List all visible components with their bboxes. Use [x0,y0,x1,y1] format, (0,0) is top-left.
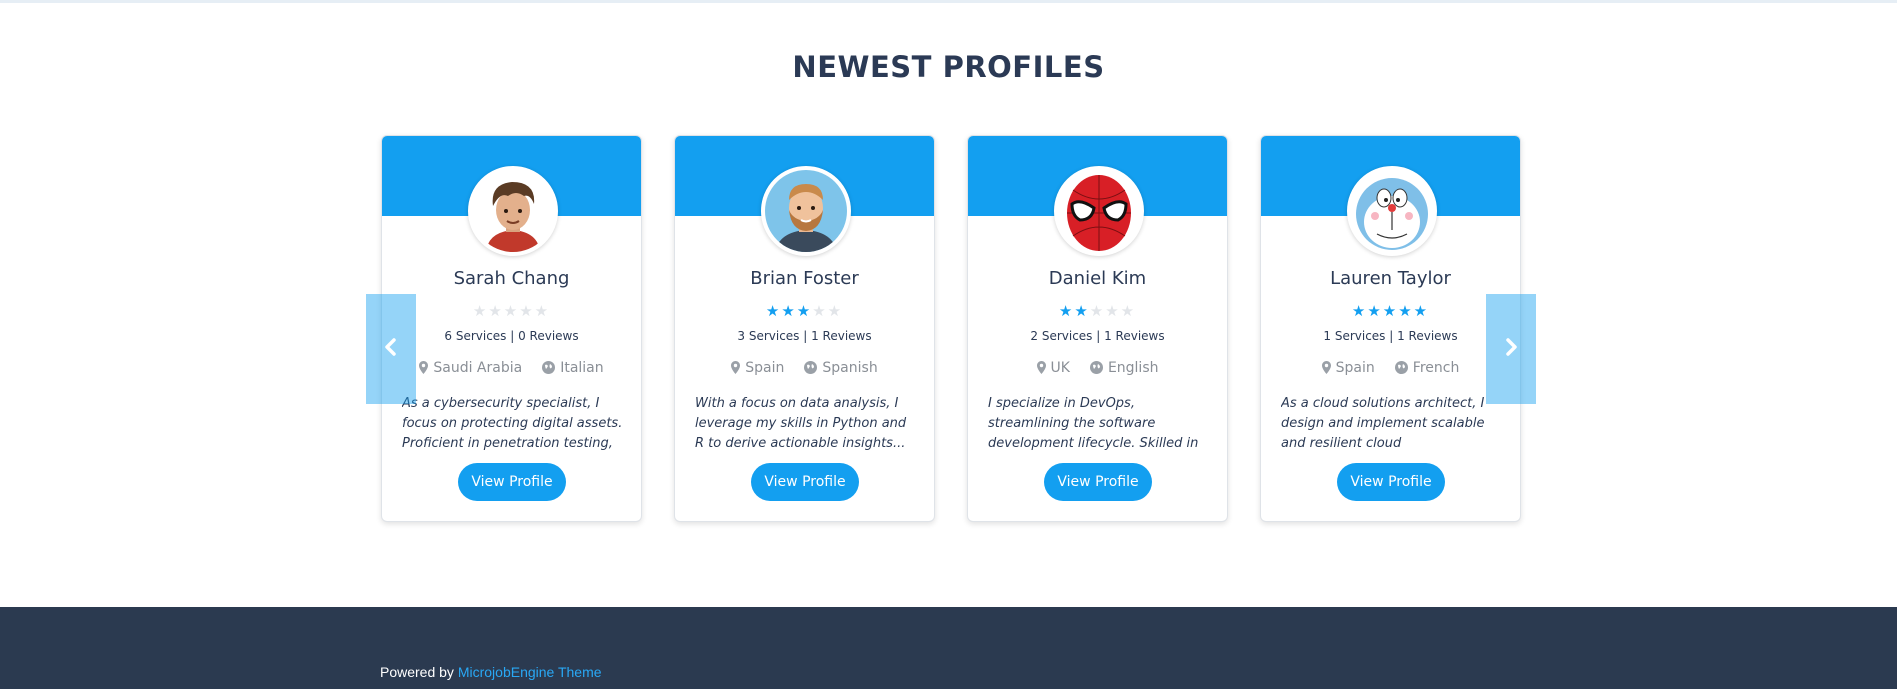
profile-location: Saudi Arabia Italian [382,360,641,378]
map-pin-icon [731,361,741,378]
profile-card: Daniel Kim ★★★★★ 2 Services | 1 Reviews … [967,135,1228,522]
globe-icon [1089,361,1103,378]
map-pin-icon [1321,361,1331,378]
section-title: NEWEST PROFILES [792,50,1105,84]
rating-stars: ★★★★★ [1261,302,1520,320]
profile-country: UK [1050,360,1070,376]
profile-name[interactable]: Daniel Kim [968,268,1227,289]
star-empty-icon: ★ [827,302,844,320]
star-filled-icon: ★ [781,302,797,320]
star-empty-icon: ★ [812,302,828,320]
profile-bio: I specialize in DevOps, streamlining the… [988,396,1199,451]
star-empty-icon: ★ [1089,302,1106,320]
bearded-man-avatar-icon[interactable] [761,166,851,256]
star-filled-icon: ★ [1398,302,1414,320]
profile-stats: 2 Services | 1 Reviews [1030,329,1165,343]
profile-location: UK English [968,360,1227,378]
globe-icon [1394,361,1408,378]
view-profile-button[interactable]: View Profile [1044,463,1152,501]
profile-country: Spain [1335,360,1375,376]
star-empty-icon: ★ [472,302,489,320]
star-empty-icon: ★ [488,302,504,320]
star-filled-icon: ★ [1058,302,1075,320]
powered-by-text: Powered by MicrojobEngine Theme [380,664,602,680]
footer: Powered by MicrojobEngine Theme [0,607,1897,689]
star-empty-icon: ★ [534,302,551,320]
profile-location: Spain French [1261,360,1520,378]
profile-bio: With a focus on data analysis, I leverag… [695,396,907,451]
profile-card: Brian Foster ★★★★★ 3 Services | 1 Review… [674,135,935,522]
profile-card: Lauren Taylor ★★★★★ 1 Services | 1 Revie… [1260,135,1521,522]
profile-stats: 1 Services | 1 Reviews [1323,329,1458,343]
profile-language: Spanish [822,360,878,376]
view-profile-button[interactable]: View Profile [751,463,859,501]
rating-stars: ★★★★★ [968,302,1227,320]
star-filled-icon: ★ [1351,302,1368,320]
star-empty-icon: ★ [519,302,535,320]
map-pin-icon [1036,361,1046,378]
view-profile-button[interactable]: View Profile [458,463,566,501]
star-filled-icon: ★ [1074,302,1090,320]
profile-language: English [1107,360,1159,376]
profile-location: Spain Spanish [675,360,934,378]
star-empty-icon: ★ [1120,302,1137,320]
profile-stats: 3 Services | 1 Reviews [737,329,872,343]
globe-icon [542,361,556,378]
profile-name[interactable]: Lauren Taylor [1261,268,1520,289]
profile-name[interactable]: Sarah Chang [382,268,641,289]
chevron-left-icon [382,338,400,360]
star-empty-icon: ★ [1105,302,1121,320]
star-filled-icon: ★ [1367,302,1383,320]
profiles-carousel: Sarah Chang ★★★★★ 6 Services | 0 Reviews… [381,135,1521,523]
carousel-prev-button[interactable] [366,294,416,404]
carousel-next-button[interactable] [1486,294,1536,404]
rating-stars: ★★★★★ [382,302,641,320]
chevron-right-icon [1502,338,1520,360]
top-divider [0,0,1897,3]
profile-language: Italian [560,360,604,376]
profile-country: Spain [745,360,785,376]
profile-stats: 6 Services | 0 Reviews [444,329,579,343]
star-empty-icon: ★ [503,302,520,320]
map-pin-icon [419,361,429,378]
powered-by-label: Powered by [380,664,454,680]
profile-bio: As a cloud solutions architect, I design… [1281,396,1485,451]
star-filled-icon: ★ [1382,302,1399,320]
view-profile-button[interactable]: View Profile [1337,463,1445,501]
boy-avatar-icon[interactable] [468,166,558,256]
spider-mask-avatar-icon[interactable] [1054,166,1144,256]
robot-cat-avatar-icon[interactable] [1347,166,1437,256]
star-filled-icon: ★ [796,302,813,320]
profile-card: Sarah Chang ★★★★★ 6 Services | 0 Reviews… [381,135,642,522]
profile-bio: As a cybersecurity specialist, I focus o… [402,396,623,451]
profile-name[interactable]: Brian Foster [675,268,934,289]
globe-icon [804,361,818,378]
theme-link[interactable]: MicrojobEngine Theme [458,664,602,680]
star-filled-icon: ★ [1413,302,1430,320]
profile-country: Saudi Arabia [433,360,523,376]
rating-stars: ★★★★★ [675,302,934,320]
profile-language: French [1412,360,1460,376]
star-filled-icon: ★ [765,302,782,320]
